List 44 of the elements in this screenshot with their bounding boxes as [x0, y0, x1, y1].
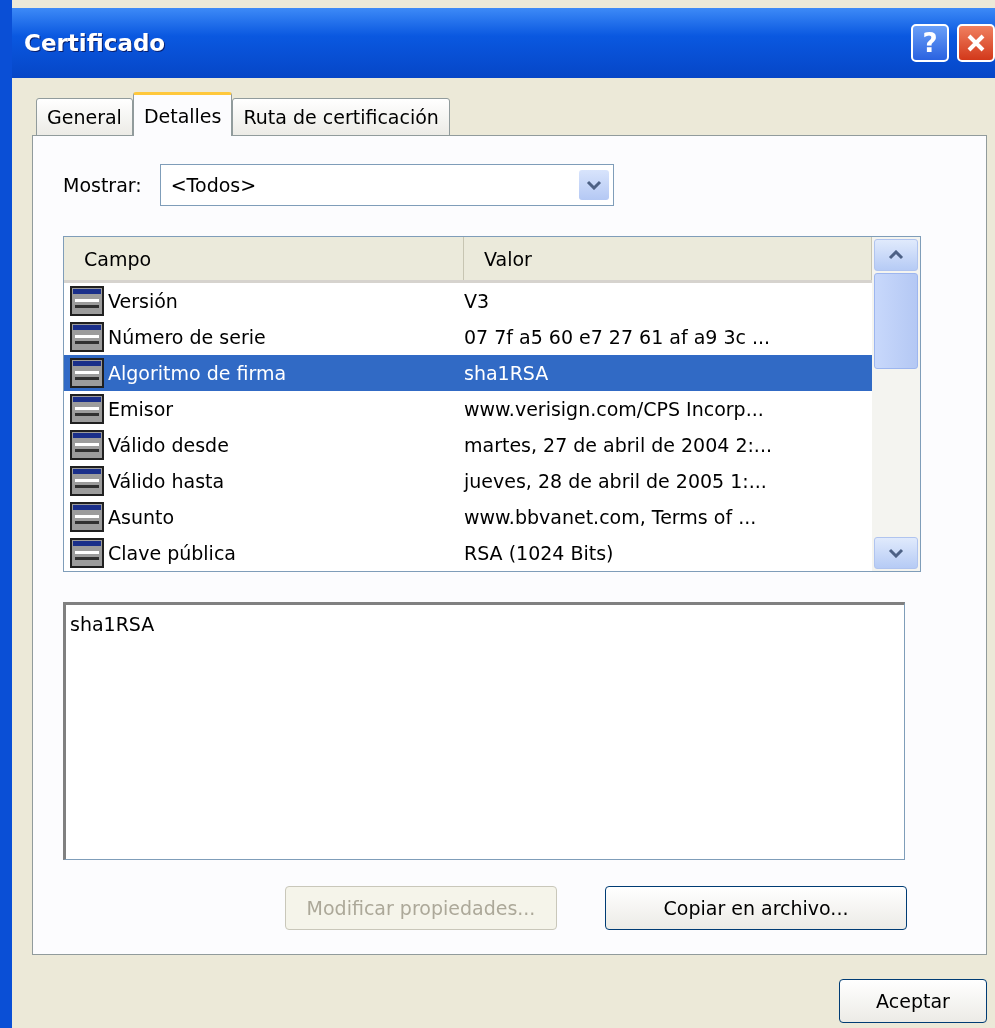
field-name: Válido hasta — [108, 470, 225, 493]
field-name: Clave pública — [108, 542, 236, 564]
field-icon — [70, 394, 104, 425]
field-icon — [70, 538, 104, 568]
show-dropdown[interactable]: <Todos> — [159, 164, 614, 206]
field-value: www.bbvanet.com, Terms of ... — [464, 505, 758, 531]
tab[interactable]: Ruta de certificación — [232, 98, 450, 136]
field-name: Emisor — [108, 398, 174, 421]
list-row[interactable]: Algoritmo de firma sha1RSA — [64, 355, 872, 392]
field-name: Asunto — [108, 506, 175, 529]
dropdown-button[interactable] — [578, 170, 609, 200]
show-label: Mostrar: — [63, 174, 142, 196]
tab[interactable]: Detalles — [132, 92, 233, 136]
tab[interactable]: General — [36, 98, 133, 136]
accept-button[interactable]: Aceptar — [839, 979, 987, 1023]
scroll-down-button[interactable] — [874, 537, 918, 569]
chevron-up-icon — [888, 250, 904, 260]
field-icon — [70, 286, 104, 317]
field-icon — [70, 322, 104, 353]
scroll-thumb[interactable] — [874, 273, 918, 369]
chevron-down-icon — [888, 548, 904, 558]
field-value: martes, 27 de abril de 2004 2:... — [464, 433, 773, 459]
detail-text-box[interactable]: sha1RSA — [63, 602, 905, 860]
field-icon — [70, 502, 104, 533]
field-value: 07 7f a5 60 e7 27 61 af a9 3c ... — [464, 325, 772, 351]
copy-to-file-button[interactable]: Copiar en archivo... — [605, 886, 907, 930]
field-value: jueves, 28 de abril de 2005 1:... — [464, 469, 768, 495]
field-icon — [70, 430, 104, 461]
scroll-up-button[interactable] — [874, 239, 918, 271]
window-title: Certificado — [24, 30, 167, 56]
field-value: www.verisign.com/CPS Incorp... — [464, 397, 765, 423]
field-name: Algoritmo de firma — [108, 362, 287, 385]
chevron-down-icon — [585, 180, 602, 190]
field-value: RSA (1024 Bits) — [464, 541, 615, 566]
field-value: V3 — [464, 289, 491, 315]
field-name: Número de serie — [108, 326, 266, 349]
field-icon — [70, 358, 104, 389]
close-icon — [966, 33, 986, 53]
field-value: sha1RSA — [464, 361, 550, 387]
field-icon — [70, 466, 104, 497]
field-name: Versión — [108, 290, 178, 313]
close-button[interactable] — [957, 24, 995, 62]
column-header[interactable]: Campo — [64, 237, 464, 281]
field-name: Válido desde — [108, 434, 229, 457]
